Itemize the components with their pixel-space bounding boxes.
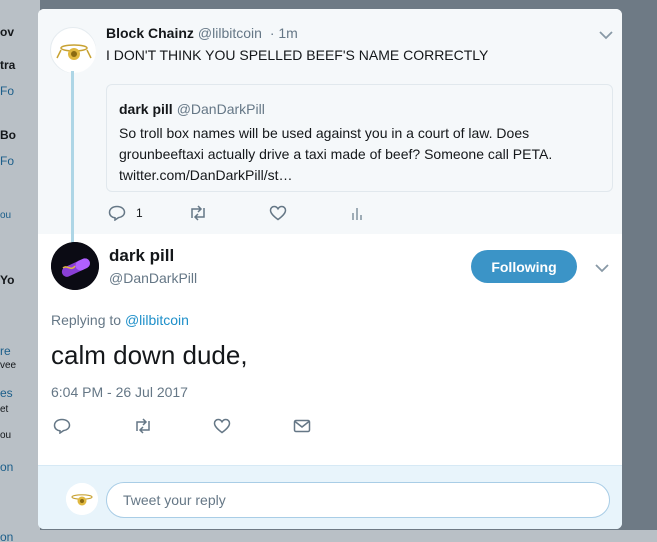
reply-button[interactable] bbox=[53, 418, 71, 434]
retweet-button[interactable] bbox=[133, 418, 153, 434]
like-button[interactable] bbox=[269, 205, 287, 221]
bg-text: re bbox=[0, 344, 11, 358]
avatar bbox=[66, 483, 98, 515]
tweet-time[interactable]: · 1m bbox=[270, 25, 298, 41]
bg-text: Fo bbox=[0, 154, 15, 168]
author-name[interactable]: Block Chainz bbox=[106, 25, 194, 41]
author-handle[interactable]: @lilbitcoin bbox=[198, 25, 262, 41]
bg-text: Bo bbox=[0, 128, 16, 142]
retweet-button[interactable] bbox=[188, 205, 208, 221]
reply-button[interactable]: 1 bbox=[108, 205, 143, 221]
bg-text: tra bbox=[0, 58, 16, 72]
envelope-icon bbox=[293, 419, 311, 433]
like-button[interactable] bbox=[213, 418, 231, 434]
quoted-tweet[interactable]: dark pill @DanDarkPill So troll box names… bbox=[106, 84, 613, 192]
tweet-timestamp[interactable]: 6:04 PM - 26 Jul 2017 bbox=[51, 384, 188, 400]
direct-message-button[interactable] bbox=[293, 418, 311, 434]
bg-text: on bbox=[0, 530, 14, 542]
bg-text: et bbox=[0, 404, 9, 415]
thread-connector bbox=[71, 71, 74, 246]
chevron-down-icon[interactable] bbox=[595, 263, 609, 273]
quoted-author: dark pill @DanDarkPill bbox=[119, 101, 265, 117]
reply-icon bbox=[108, 205, 126, 221]
bg-text: es bbox=[0, 386, 13, 400]
bg-text: vee bbox=[0, 360, 17, 371]
analytics-button[interactable] bbox=[350, 205, 364, 221]
reply-count: 1 bbox=[136, 206, 143, 220]
chevron-down-icon[interactable] bbox=[599, 30, 613, 40]
quoted-handle: @DanDarkPill bbox=[176, 101, 265, 117]
retweet-icon bbox=[136, 418, 150, 434]
reply-icon bbox=[53, 418, 71, 434]
heart-icon bbox=[269, 205, 287, 221]
bg-text: ov bbox=[0, 25, 15, 39]
quoted-text: So troll box names will be used against … bbox=[119, 125, 553, 183]
bg-text: on bbox=[0, 460, 14, 474]
bg-text: Fo bbox=[0, 84, 15, 98]
heart-icon bbox=[213, 418, 231, 434]
background-page-bottom bbox=[40, 530, 657, 542]
author-name[interactable]: dark pill bbox=[109, 246, 174, 266]
parent-tweet[interactable]: Block Chainz @lilbitcoin · 1m I DON'T THI… bbox=[38, 9, 622, 234]
retweet-icon bbox=[191, 205, 205, 221]
tweet-text: calm down dude, bbox=[51, 340, 248, 370]
replying-to-link[interactable]: @lilbitcoin bbox=[125, 312, 189, 328]
following-button[interactable]: Following bbox=[471, 250, 577, 283]
author-handle[interactable]: @DanDarkPill bbox=[109, 270, 197, 286]
parent-tweet-text: I DON'T THINK YOU SPELLED BEEF'S NAME CO… bbox=[106, 47, 489, 63]
bg-text: Yo bbox=[0, 273, 15, 287]
tweet-modal: Block Chainz @lilbitcoin · 1m I DON'T THI… bbox=[38, 9, 622, 529]
avatar[interactable] bbox=[50, 27, 96, 73]
avatar[interactable] bbox=[51, 242, 99, 290]
reply-input[interactable] bbox=[106, 482, 610, 518]
bg-text: ou bbox=[0, 210, 12, 221]
reply-composer bbox=[38, 465, 622, 529]
replying-to: Replying to @lilbitcoin bbox=[51, 312, 189, 328]
replying-label: Replying to bbox=[51, 312, 122, 328]
parent-author[interactable]: Block Chainz @lilbitcoin · 1m bbox=[106, 25, 298, 41]
bar-chart-icon bbox=[352, 208, 362, 220]
bg-text: ou bbox=[0, 430, 12, 441]
